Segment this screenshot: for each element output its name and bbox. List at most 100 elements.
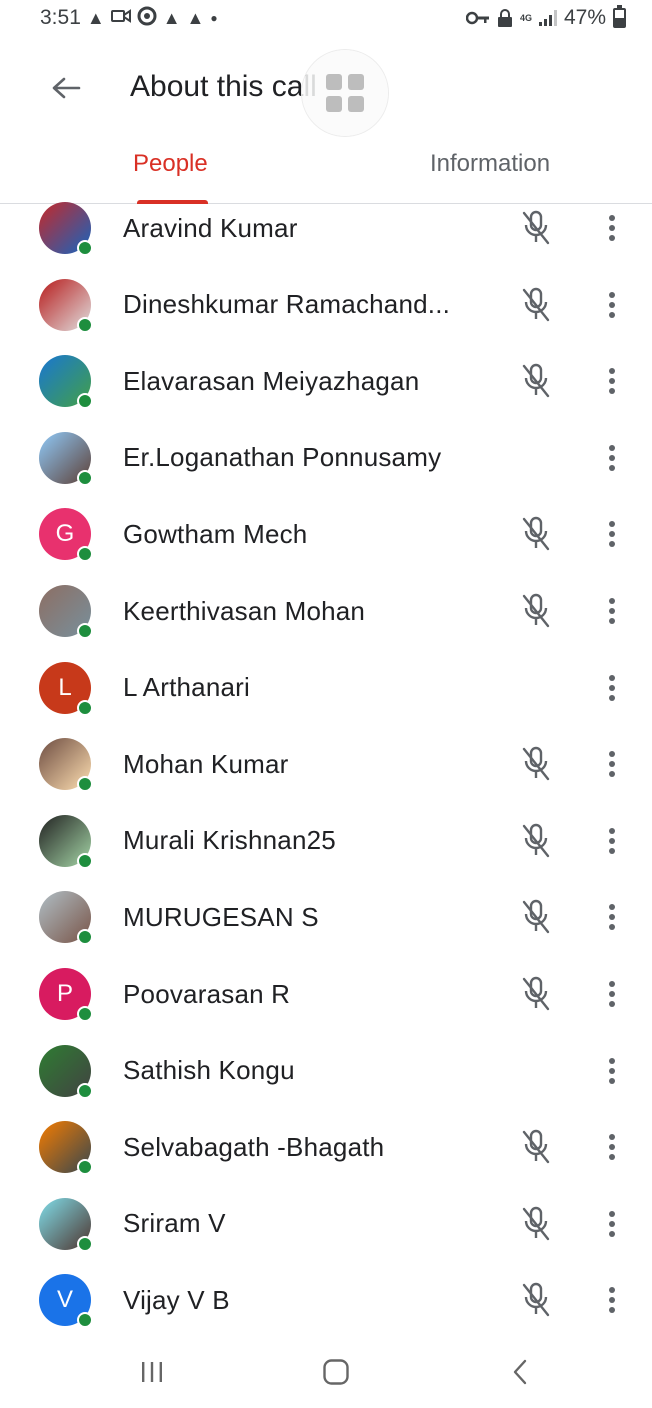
presence-indicator [77,393,93,410]
more-options-button[interactable] [596,589,628,633]
more-options-button[interactable] [596,972,628,1016]
recents-button[interactable] [122,1350,182,1394]
status-bar: 3:51 ▲ ▲ ▲ ● 4G 47% [0,0,652,36]
participant-row[interactable]: G Gowtham Mech [0,496,652,572]
participant-row[interactable]: Murali Krishnan25 [0,803,652,879]
more-options-button[interactable] [596,895,628,939]
presence-indicator [77,546,93,563]
participant-name: Vijay V B [123,1284,230,1315]
participant-row[interactable]: Selvabagath -Bhagath [0,1109,652,1185]
participant-row[interactable]: L L Arthanari [0,650,652,726]
more-vert-icon [609,444,615,471]
more-vert-icon [609,1210,615,1237]
avatar-container [39,1044,93,1099]
avatar-container: L [39,661,93,716]
participant-name: Keerthivasan Mohan [123,595,366,626]
participant-row[interactable]: Sriram V [0,1186,652,1262]
participant-row[interactable]: Elavarasan Meiyazhagan [0,343,652,419]
participant-row[interactable]: Sathish Kongu [0,1033,652,1109]
status-left: 3:51 ▲ ▲ ▲ ● [40,6,218,31]
mic-off-icon [518,974,554,1014]
participant-list[interactable]: Aravind Kumar Dineshkumar Ramachand... Ela… [0,190,652,1336]
avatar-container [39,585,93,639]
nav-back-button[interactable] [490,1350,550,1394]
avatar-container [39,1197,93,1252]
avatar-container [39,431,93,486]
presence-indicator [77,316,93,333]
presence-indicator [77,699,93,716]
warning-icon: ▲ [162,7,181,28]
participant-name: Elavarasan Meiyazhagan [123,365,420,396]
participant-name: Er.Loganathan Ponnusamy [123,442,442,473]
recents-icon [142,1362,162,1382]
battery-percent: 47% [563,6,606,29]
mic-off-icon [518,1204,554,1244]
navigation-bar [0,1336,652,1408]
more-vert-icon [609,521,615,548]
presence-indicator [77,469,93,486]
more-vert-icon [609,291,615,318]
more-options-button[interactable] [596,742,628,786]
avatar-container [39,1121,93,1176]
more-options-button[interactable] [596,359,628,403]
more-options-button[interactable] [596,436,628,480]
mic-off-icon [518,361,554,401]
participant-row[interactable]: MURUGESAN S [0,879,652,955]
avatar-container [39,355,93,410]
home-button[interactable] [306,1350,366,1394]
more-options-button[interactable] [596,283,628,327]
tab-people[interactable]: People [133,150,208,178]
home-icon [323,1359,349,1385]
avatar-container [39,278,93,333]
participant-row[interactable]: Mohan Kumar [0,726,652,802]
participant-row[interactable]: P Poovarasan R [0,956,652,1032]
mic-off-icon [518,208,554,248]
presence-indicator [77,623,93,639]
more-options-button[interactable] [596,1049,628,1093]
more-options-button[interactable] [596,1278,628,1322]
more-vert-icon [609,674,615,701]
participant-row[interactable]: Dineshkumar Ramachand... [0,267,652,343]
participant-row[interactable]: V Vijay V B [0,1262,652,1336]
avatar-container [39,814,93,869]
warning-icon: ▲ [86,7,105,28]
more-vert-icon [609,751,615,778]
grid-icon [326,74,364,112]
more-vert-icon [609,904,615,931]
more-options-button[interactable] [596,819,628,863]
presence-indicator [77,929,93,946]
back-button[interactable] [42,64,90,112]
clock: 3:51 [40,6,81,29]
more-options-button[interactable] [596,666,628,710]
more-vert-icon [609,827,615,854]
more-vert-icon [609,1134,615,1161]
lock-icon [497,9,513,27]
presence-indicator [77,776,93,793]
mic-off-icon [518,744,554,784]
more-vert-icon [609,1057,615,1084]
participant-row[interactable]: Aravind Kumar [0,190,652,266]
more-options-button[interactable] [596,512,628,556]
presence-indicator [77,1159,93,1176]
more-options-button[interactable] [596,206,628,250]
presence-indicator [77,1235,93,1252]
mic-off-icon [518,285,554,325]
more-options-button[interactable] [596,1125,628,1169]
more-vert-icon [609,215,615,241]
dot-icon: ● [210,11,218,25]
page-title: About this call [130,70,317,103]
network-type: 4G [519,12,532,23]
presence-indicator [77,852,93,869]
participant-name: Gowtham Mech [123,518,308,549]
participant-name: Sriram V [123,1208,226,1239]
floating-grid-button[interactable] [302,50,388,136]
participant-name: Poovarasan R [123,978,291,1009]
participant-row[interactable]: Keerthivasan Mohan [0,573,652,649]
avatar-container [39,738,93,793]
participant-name: Sathish Kongu [123,1055,295,1086]
status-right: 4G 47% [465,5,626,30]
participant-name: Selvabagath -Bhagath [123,1131,385,1162]
more-options-button[interactable] [596,1202,628,1246]
tab-information[interactable]: Information [430,150,550,178]
participant-row[interactable]: Er.Loganathan Ponnusamy [0,420,652,496]
